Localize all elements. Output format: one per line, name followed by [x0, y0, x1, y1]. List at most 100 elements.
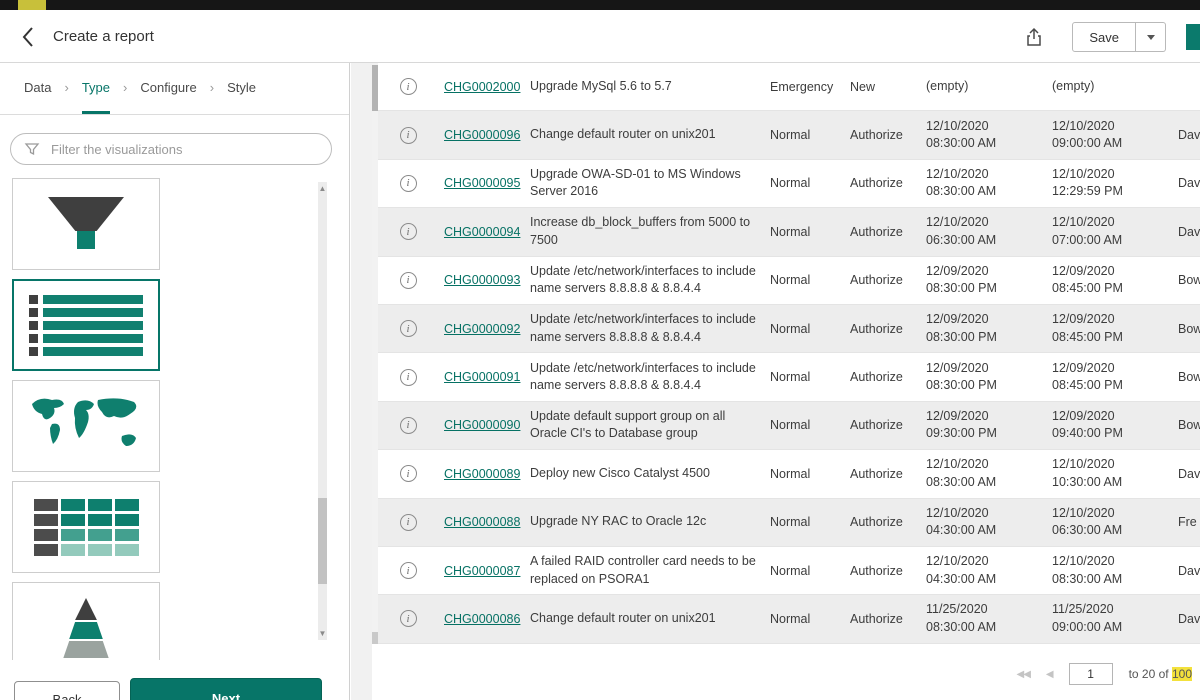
info-icon[interactable]: i [378, 369, 438, 386]
pagination-range-prefix: to 20 of [1129, 667, 1172, 681]
change-number-link[interactable]: CHG0000089 [438, 467, 530, 481]
cell-short-description: Change default router on unix201 [530, 610, 770, 628]
change-number-link[interactable]: CHG0000088 [438, 515, 530, 529]
tab-style[interactable]: Style [227, 63, 256, 114]
info-icon[interactable]: i [378, 127, 438, 144]
viz-option-heatmap[interactable] [12, 481, 160, 573]
visualization-filter-input[interactable] [10, 133, 332, 165]
filter-funnel-icon [24, 141, 40, 162]
share-icon[interactable] [1024, 26, 1044, 48]
cell-assigned-to: Dav [1178, 176, 1200, 190]
table-row[interactable]: iCHG0000087A failed RAID controller card… [378, 547, 1200, 595]
cell-end-date: 12/09/2020 09:40:00 PM [1052, 408, 1178, 443]
table-row[interactable]: iCHG0000096Change default router on unix… [378, 111, 1200, 159]
info-icon[interactable]: i [378, 417, 438, 434]
cell-end-date: 12/09/2020 08:45:00 PM [1052, 311, 1178, 346]
tab-configure[interactable]: Configure [140, 63, 196, 114]
cell-assigned-to: Dav [1178, 612, 1200, 626]
screen: Create a report Save Data › Type › [0, 0, 1200, 700]
pagination-range: to 20 of 100 [1129, 667, 1192, 681]
info-icon[interactable]: i [378, 465, 438, 482]
table-row[interactable]: iCHG0000093Update /etc/network/interface… [378, 257, 1200, 305]
cell-start-date: 11/25/2020 08:30:00 AM [926, 601, 1052, 636]
info-icon[interactable]: i [378, 562, 438, 579]
cell-end-date: 12/10/2020 10:30:00 AM [1052, 456, 1178, 491]
change-number-link[interactable]: CHG0002000 [438, 80, 530, 94]
cell-priority: Normal [770, 515, 850, 529]
table-row[interactable]: iCHG0000088Upgrade NY RAC to Oracle 12cN… [378, 499, 1200, 547]
scrollbar-thumb[interactable] [318, 498, 327, 584]
viz-option-funnel[interactable] [12, 178, 160, 270]
table-row[interactable]: iCHG0002000Upgrade MySql 5.6 to 5.7Emerg… [378, 63, 1200, 111]
info-icon[interactable]: i [378, 320, 438, 337]
cell-start-date: 12/10/2020 08:30:00 AM [926, 456, 1052, 491]
cell-state: Authorize [850, 176, 926, 190]
viz-option-world-map[interactable] [12, 380, 160, 472]
info-icon[interactable]: i [378, 514, 438, 531]
table-scrollbar-thumb[interactable] [372, 65, 378, 111]
scroll-up-icon[interactable]: ▲ [317, 184, 328, 193]
visualization-list [0, 178, 316, 660]
table-row[interactable]: iCHG0000090Update default support group … [378, 402, 1200, 450]
cell-start-date: 12/10/2020 04:30:00 AM [926, 553, 1052, 588]
save-dropdown-button[interactable] [1136, 22, 1166, 52]
cell-assigned-to: Bow [1178, 370, 1200, 384]
chevron-right-icon: › [210, 63, 214, 114]
cell-short-description: Upgrade MySql 5.6 to 5.7 [530, 78, 770, 96]
first-page-icon[interactable]: ◀◀ [1017, 669, 1030, 680]
page-title: Create a report [53, 28, 154, 45]
change-number-link[interactable]: CHG0000092 [438, 322, 530, 336]
previous-page-icon[interactable]: ◀ [1046, 669, 1053, 680]
header-right: Save [1024, 22, 1166, 52]
cell-assigned-to: Bow [1178, 418, 1200, 432]
cell-state: Authorize [850, 273, 926, 287]
info-icon[interactable]: i [378, 610, 438, 627]
cell-short-description: Upgrade NY RAC to Oracle 12c [530, 513, 770, 531]
tab-data[interactable]: Data [24, 63, 51, 114]
change-number-link[interactable]: CHG0000095 [438, 176, 530, 190]
change-number-link[interactable]: CHG0000094 [438, 225, 530, 239]
page-number-input[interactable] [1069, 663, 1113, 685]
cell-end-date: 12/09/2020 08:45:00 PM [1052, 263, 1178, 298]
next-step-button[interactable]: Next [130, 678, 322, 700]
chevron-right-icon: › [64, 63, 68, 114]
change-number-link[interactable]: CHG0000096 [438, 128, 530, 142]
change-number-link[interactable]: CHG0000086 [438, 612, 530, 626]
info-icon[interactable]: i [378, 78, 438, 95]
cell-state: Authorize [850, 515, 926, 529]
cell-short-description: Update /etc/network/interfaces to includ… [530, 263, 770, 298]
change-number-link[interactable]: CHG0000093 [438, 273, 530, 287]
table-row[interactable]: iCHG0000094Increase db_block_buffers fro… [378, 208, 1200, 256]
cell-start-date: 12/10/2020 06:30:00 AM [926, 214, 1052, 249]
table-row[interactable]: iCHG0000092Update /etc/network/interface… [378, 305, 1200, 353]
cell-end-date: 12/10/2020 06:30:00 AM [1052, 505, 1178, 540]
tab-type[interactable]: Type [82, 63, 110, 114]
cell-state: Authorize [850, 612, 926, 626]
info-icon[interactable]: i [378, 223, 438, 240]
pagination-total: 100 [1172, 667, 1192, 681]
table-scrollbar-end [372, 632, 378, 644]
change-number-link[interactable]: CHG0000091 [438, 370, 530, 384]
cell-priority: Normal [770, 322, 850, 336]
cell-short-description: A failed RAID controller card needs to b… [530, 553, 770, 588]
viz-option-bar-list[interactable] [12, 279, 160, 371]
table-row[interactable]: iCHG0000089Deploy new Cisco Catalyst 450… [378, 450, 1200, 498]
cell-assigned-to: Dav [1178, 467, 1200, 481]
cell-end-date: 12/09/2020 08:45:00 PM [1052, 360, 1178, 395]
viz-option-pyramid[interactable] [12, 582, 160, 660]
scroll-down-icon[interactable]: ▼ [317, 629, 328, 638]
table-row[interactable]: iCHG0000091Update /etc/network/interface… [378, 353, 1200, 401]
info-icon[interactable]: i [378, 272, 438, 289]
info-icon[interactable]: i [378, 175, 438, 192]
panel-scrollbar[interactable]: ▲ ▼ [318, 182, 327, 640]
change-number-link[interactable]: CHG0000087 [438, 564, 530, 578]
table-scrollbar[interactable] [372, 63, 378, 644]
change-number-link[interactable]: CHG0000090 [438, 418, 530, 432]
table-row[interactable]: iCHG0000086Change default router on unix… [378, 595, 1200, 643]
save-button[interactable]: Save [1072, 22, 1136, 52]
back-step-button[interactable]: Back [14, 681, 120, 700]
cell-short-description: Deploy new Cisco Catalyst 4500 [530, 465, 770, 483]
world-map-icon [24, 394, 148, 458]
table-row[interactable]: iCHG0000095Upgrade OWA-SD-01 to MS Windo… [378, 160, 1200, 208]
back-chevron-icon[interactable] [20, 25, 35, 49]
